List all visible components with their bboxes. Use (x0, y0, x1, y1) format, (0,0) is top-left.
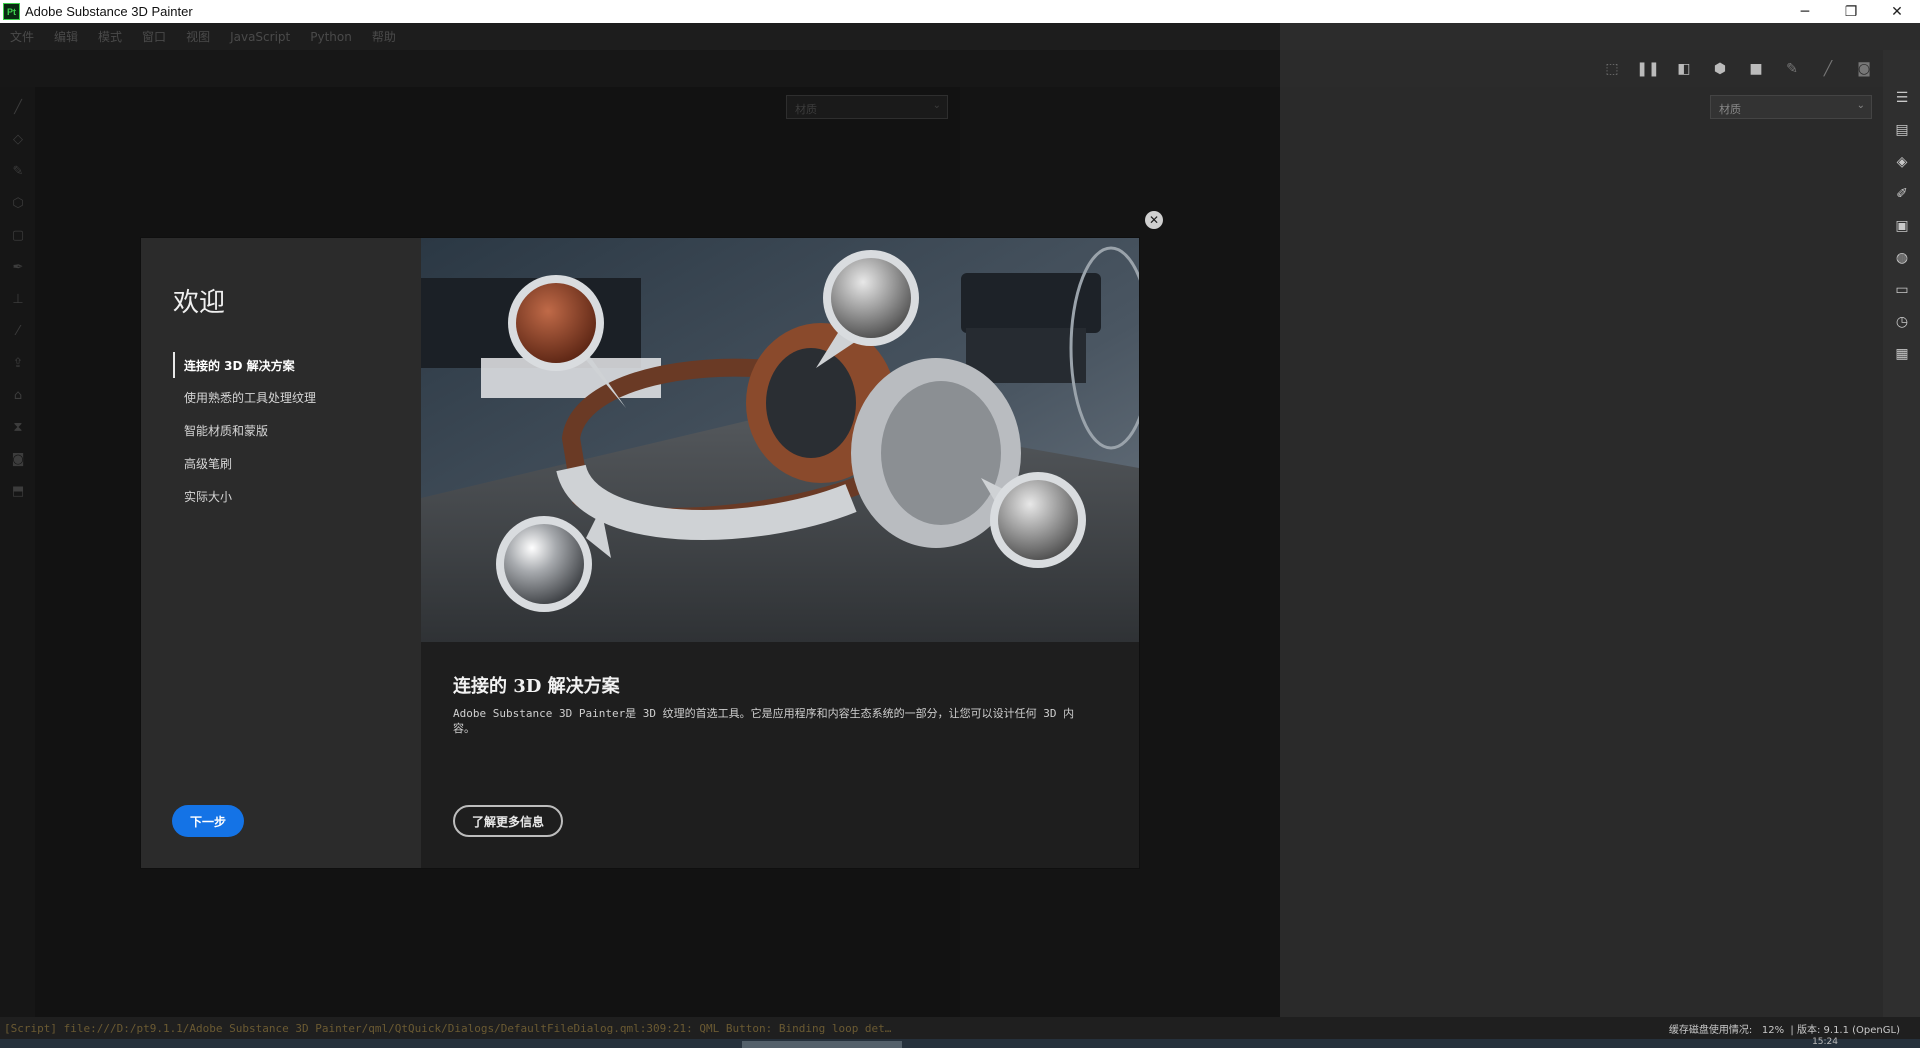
window-title: Adobe Substance 3D Painter (25, 4, 193, 19)
status-info: 缓存磁盘使用情况: 12% | 版本: 9.1.1 (OpenGL) (1668, 1024, 1900, 1036)
brush-mask-icon[interactable]: ✎ (1781, 58, 1803, 80)
nav-real-size[interactable]: 实际大小 (173, 483, 232, 509)
texture-set-icon[interactable]: ▤ (1891, 119, 1913, 141)
nav-connected-3d[interactable]: 连接的 3D 解决方案 (173, 352, 295, 378)
title-bar: Pt Adobe Substance 3D Painter ─ ❐ ✕ (0, 0, 1920, 23)
learn-more-button[interactable]: 了解更多信息 (453, 805, 563, 837)
scrollbar-thumb[interactable] (742, 1041, 902, 1048)
split-view-icon[interactable]: ◧ (1673, 58, 1695, 80)
geometry-fill-icon[interactable]: ⬡ (8, 193, 28, 213)
nav-smart-materials[interactable]: 智能材质和蒙版 (173, 417, 268, 443)
screenshot-icon[interactable]: ◙ (1853, 58, 1875, 80)
shelf-icon[interactable]: ▭ (1891, 279, 1913, 301)
projection-tool-icon[interactable]: ✎ (8, 161, 28, 181)
content-title: 连接的 3D 解决方案 (453, 676, 620, 697)
app-logo: Pt (3, 3, 20, 20)
tool-strip: ╱ ◇ ✎ ⬡ ▢ ✒ ⊥ ⁄ ⇪ ⌂ ⧗ ◙ ⬒ (0, 87, 35, 1017)
viewport-2d[interactable]: 材质 ⌄ (1280, 87, 1883, 1017)
welcome-content: 连接的 3D 解决方案 Adobe Substance 3D Painter是 … (421, 238, 1139, 868)
screenshot-tool-icon[interactable]: ◙ (8, 449, 28, 469)
chevron-down-icon: ⌄ (1856, 100, 1865, 111)
brush-icon[interactable]: ╱ (1817, 58, 1839, 80)
picker-tool-icon[interactable]: ⁄ (8, 321, 28, 341)
camera-icon[interactable]: ■ (1745, 58, 1767, 80)
stack-icon[interactable]: ◈ (1891, 151, 1913, 173)
menu-window[interactable]: 窗口 (142, 28, 166, 45)
clone-tool-icon[interactable]: ✒ (8, 257, 28, 277)
nav-advanced-brushes[interactable]: 高级笔刷 (173, 450, 232, 476)
log-icon[interactable]: ▦ (1891, 343, 1913, 365)
chevron-down-icon: ⌄ (932, 100, 941, 111)
menu-help[interactable]: 帮助 (372, 28, 396, 45)
status-log-message[interactable]: [Script] file:///D:/pt9.1.1/Adobe Substa… (0, 1022, 1669, 1035)
menu-javascript[interactable]: JavaScript (230, 30, 290, 44)
version-label: 版本: 9.1.1 (OpenGL) (1796, 1024, 1900, 1036)
right-dock: ☰ ▤ ◈ ✐ ▣ ◍ ▭ ◷ ▦ (1883, 50, 1920, 1017)
menu-python[interactable]: Python (310, 30, 352, 44)
clock: 15:24 (1812, 1037, 1838, 1047)
taskbar-strip: 15:24 (0, 1037, 1920, 1048)
menu-edit[interactable]: 编辑 (54, 28, 78, 45)
cache-value: 12% (1761, 1024, 1785, 1036)
eraser-tool-icon[interactable]: ◇ (8, 129, 28, 149)
box-icon[interactable]: ⬒ (8, 481, 28, 501)
brush-properties-icon[interactable]: ✐ (1891, 183, 1913, 205)
minimize-button[interactable]: ─ (1782, 0, 1828, 23)
history-icon[interactable]: ◷ (1891, 311, 1913, 333)
headphones-illustration (421, 238, 1139, 642)
restore-button[interactable]: ❐ (1828, 0, 1874, 23)
close-window-button[interactable]: ✕ (1874, 0, 1920, 23)
viewport-2d-material-select[interactable]: 材质 ⌄ (1710, 95, 1872, 119)
content-description: Adobe Substance 3D Painter是 3D 纹理的首选工具。它… (453, 707, 1075, 735)
menu-mode[interactable]: 模式 (98, 28, 122, 45)
status-bar: [Script] file:///D:/pt9.1.1/Adobe Substa… (0, 1017, 1920, 1039)
context-toolbar (0, 50, 1280, 87)
welcome-dialog: 欢迎 连接的 3D 解决方案 使用熟悉的工具处理纹理 智能材质和蒙版 高级笔刷 … (140, 237, 1140, 869)
welcome-heading: 欢迎 (173, 288, 226, 318)
viewport-2d-material-select-value: 材质 (1719, 103, 1741, 116)
paint-tool-icon[interactable]: ╱ (8, 97, 28, 117)
dashed-frame-icon[interactable]: ⬚ (1601, 58, 1623, 80)
pause-icon[interactable]: ❚❚ (1636, 58, 1659, 80)
globe-icon[interactable]: ◍ (1891, 247, 1913, 269)
next-button[interactable]: 下一步 (172, 805, 244, 837)
menu-file[interactable]: 文件 (10, 28, 34, 45)
display-settings-icon[interactable]: ▣ (1891, 215, 1913, 237)
hourglass-icon[interactable]: ⧗ (8, 417, 28, 437)
close-icon[interactable]: ✕ (1145, 211, 1163, 229)
menubar-right-area (1280, 23, 1920, 50)
stamp-tool-icon[interactable]: ⊥ (8, 289, 28, 309)
bake-icon[interactable]: ⌂ (8, 385, 28, 405)
smudge-tool-icon[interactable]: ▢ (8, 225, 28, 245)
menu-view[interactable]: 视图 (186, 28, 210, 45)
viewport-toolbar: ⬚ ❚❚ ◧ ⬢ ■ ✎ ╱ ◙ (1280, 50, 1883, 87)
viewport-material-select[interactable]: 材质 ⌄ (786, 95, 948, 119)
hero-image (421, 238, 1139, 642)
nav-familiar-tools[interactable]: 使用熟悉的工具处理纹理 (173, 384, 316, 410)
layers-panel-icon[interactable]: ☰ (1891, 87, 1913, 109)
cube-icon[interactable]: ⬢ (1709, 58, 1731, 80)
viewport-material-select-value: 材质 (795, 103, 817, 116)
welcome-sidebar: 欢迎 连接的 3D 解决方案 使用熟悉的工具处理纹理 智能材质和蒙版 高级笔刷 … (141, 238, 421, 868)
export-icon[interactable]: ⇪ (8, 353, 28, 373)
cache-label: 缓存磁盘使用情况: (1668, 1024, 1753, 1036)
